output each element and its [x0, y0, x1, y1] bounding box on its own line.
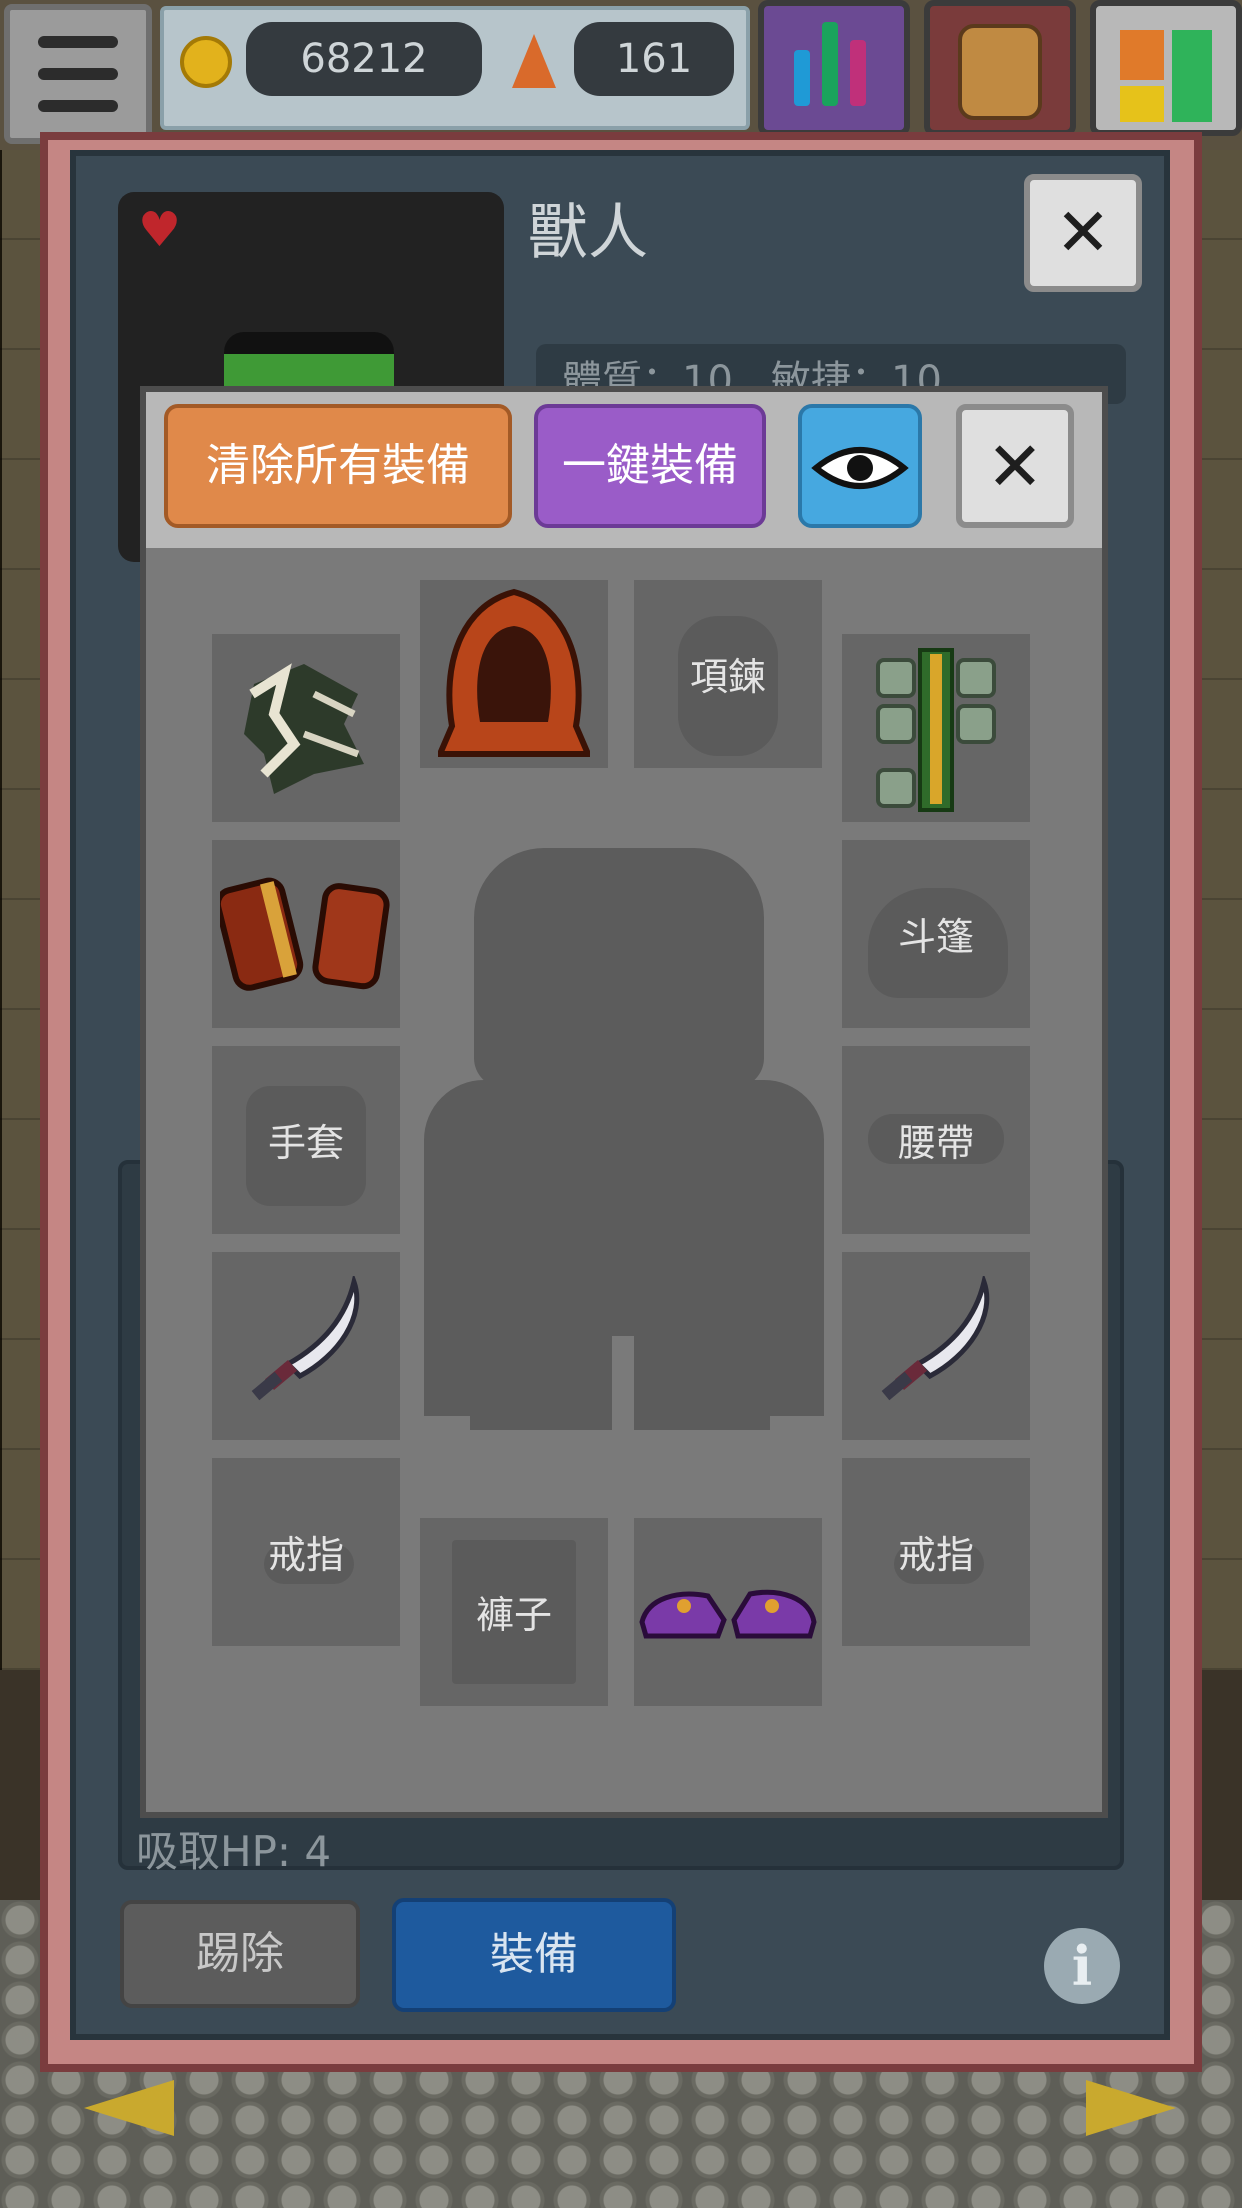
- menu-icon-bar: [38, 100, 118, 112]
- gloves-label: 手套: [267, 1121, 344, 1165]
- slot-pants[interactable]: 褲子: [420, 1518, 608, 1706]
- ring-left-label: 戒指: [267, 1533, 344, 1577]
- next-arrow-icon[interactable]: [1086, 2080, 1176, 2136]
- info-button[interactable]: i: [1044, 1928, 1120, 2004]
- leather-bracers-icon: [220, 877, 390, 991]
- stats-button[interactable]: [758, 0, 910, 136]
- crystal-count: 161: [574, 22, 734, 96]
- menu-button[interactable]: [4, 4, 152, 144]
- slot-helmet[interactable]: [420, 580, 608, 768]
- menu-icon: [38, 36, 118, 48]
- slot-gloves[interactable]: 手套: [212, 1046, 400, 1234]
- coin-icon: [180, 36, 232, 88]
- slot-right-hand[interactable]: [842, 1252, 1030, 1440]
- coin-count: 68212: [246, 22, 482, 96]
- slot-boots[interactable]: [634, 1518, 822, 1706]
- heart-icon: ♥: [138, 202, 182, 258]
- toggle-visibility-button[interactable]: [798, 404, 922, 528]
- curved-dagger-icon: [251, 1276, 360, 1401]
- slot-weapon-top[interactable]: [212, 634, 400, 822]
- green-armor-icon: [876, 648, 996, 812]
- quick-slot-icon: [1120, 30, 1164, 80]
- body-silhouette-gap: [612, 1336, 634, 1430]
- slot-ring-left[interactable]: 戒指: [212, 1458, 400, 1646]
- slot-left-hand[interactable]: [212, 1252, 400, 1440]
- red-hood-icon: [438, 588, 590, 757]
- character-name: 獸人: [528, 198, 648, 268]
- cloak-label: 斗篷: [897, 915, 974, 959]
- curved-dagger-icon: [881, 1276, 990, 1401]
- hero-portrait-button[interactable]: [924, 0, 1076, 136]
- necklace-label: 項鍊: [689, 655, 766, 699]
- quick-slots-button[interactable]: [1090, 0, 1242, 136]
- slot-necklace[interactable]: 項鍊: [634, 580, 822, 768]
- absorb-hp-text: 吸取HP: 4: [136, 1827, 332, 1876]
- stats-chart-bar: [850, 40, 866, 106]
- close-panel-button[interactable]: ✕: [1024, 174, 1142, 292]
- slot-belt[interactable]: 腰帶: [842, 1046, 1030, 1234]
- close-equipment-popup-button[interactable]: ✕: [956, 404, 1074, 528]
- bone-claw-icon: [244, 663, 364, 794]
- hero-face-icon: [958, 24, 1042, 120]
- kick-button[interactable]: 踢除: [120, 1900, 360, 2008]
- slot-cloak[interactable]: 斗篷: [842, 840, 1030, 1028]
- slot-ring-right[interactable]: 戒指: [842, 1458, 1030, 1646]
- stats-chart-icon: [794, 50, 810, 106]
- quick-slot-icon: [1120, 86, 1164, 122]
- quick-slot-icon: [1172, 30, 1212, 122]
- ring-right-label: 戒指: [897, 1533, 974, 1577]
- pants-label: 褲子: [475, 1593, 552, 1637]
- slot-bracers[interactable]: [212, 840, 400, 1028]
- slot-armor[interactable]: [842, 634, 1030, 822]
- menu-icon-bar: [38, 68, 118, 80]
- belt-label: 腰帶: [897, 1121, 974, 1165]
- prev-arrow-icon[interactable]: [84, 2080, 174, 2136]
- crystal-icon: [512, 34, 556, 88]
- clear-all-equipment-button[interactable]: 清除所有裝備: [164, 404, 512, 528]
- body-silhouette: [474, 848, 764, 1088]
- stats-chart-bar: [822, 22, 838, 106]
- eye-icon: [811, 447, 909, 489]
- purple-shoes-icon: [639, 1589, 817, 1639]
- equip-button[interactable]: 裝備: [392, 1898, 676, 2012]
- one-click-equip-button[interactable]: 一鍵裝備: [534, 404, 766, 528]
